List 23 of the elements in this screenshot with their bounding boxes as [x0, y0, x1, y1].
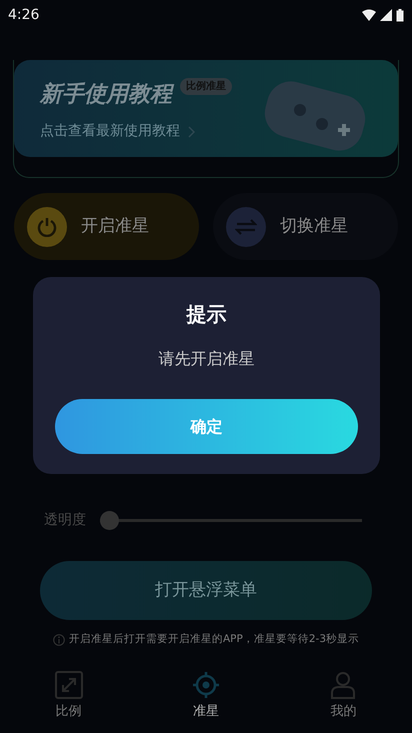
dialog-title: 提示: [185, 301, 228, 328]
power-icon: [37, 216, 57, 236]
banner-subtitle: 点击查看最新使用教程: [40, 122, 180, 141]
expand-icon: [54, 670, 83, 699]
swap-arrows-icon: [235, 218, 257, 234]
opacity-label: 透明度: [44, 511, 86, 530]
battery-icon: [396, 8, 404, 22]
banner-title: 新手使用教程: [40, 78, 172, 111]
nav-tab[interactable]: 我的: [274, 670, 412, 722]
info-icon: [53, 634, 65, 646]
wifi-icon: [362, 9, 376, 21]
dialog-message: 请先开启准星: [158, 348, 256, 370]
nav-tab[interactable]: 比例: [0, 670, 138, 722]
person-icon: [330, 670, 356, 699]
nav-tab[interactable]: 准星: [137, 670, 275, 722]
action-button[interactable]: 开启准星: [14, 193, 199, 260]
float-menu-button[interactable]: 打开悬浮菜单: [40, 561, 372, 620]
signal-icon: [380, 9, 392, 21]
chevron-right-icon: [188, 126, 195, 138]
crosshair-icon: [192, 670, 220, 699]
action-button[interactable]: 切换准星: [213, 193, 398, 260]
status-time: 4:26: [8, 6, 40, 24]
notice-text: 开启准星后打开需要开启准星的APP，准星要等待2-3秒显示: [69, 632, 359, 647]
